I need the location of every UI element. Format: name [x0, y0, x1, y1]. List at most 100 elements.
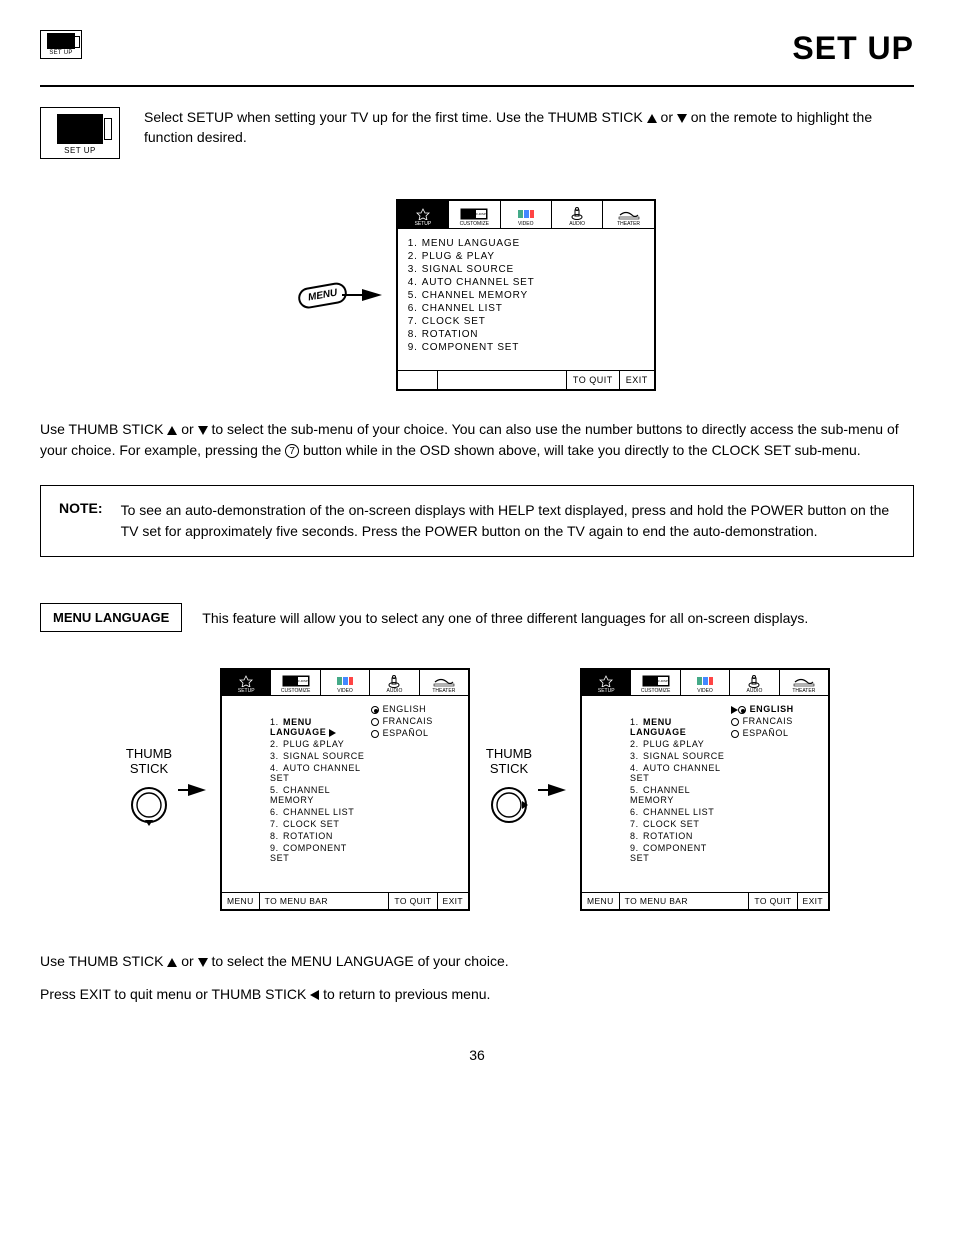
osd-tab-setup: SETUP [398, 201, 449, 228]
feature-desc: This feature will allow you to select an… [202, 610, 808, 626]
osd-list: 1.MENU LANGUAGE2.PLUG &PLAY3.SIGNAL SOUR… [590, 716, 725, 864]
osd-tab-setup: SETUP [222, 670, 271, 695]
paragraph-1: Use THUMB STICK or to select the sub-men… [40, 419, 914, 461]
osd-tab-customize: F-DISPCUSTOMIZE [631, 670, 680, 695]
footer-exit: EXIT [798, 893, 829, 909]
osd-item: 6.CHANNEL LIST [270, 806, 365, 818]
osd-tab-video: VIDEO [681, 670, 730, 695]
osd-tab-audio: AUDIO [370, 670, 419, 695]
osd-item: 1.MENU LANGUAGE [630, 716, 725, 738]
triangle-up-icon [647, 114, 657, 123]
thumbstick-icon [124, 782, 174, 832]
lang-option: FRANCAIS [731, 715, 828, 727]
radio-icon [371, 718, 379, 726]
osd-footer-spacer [438, 371, 567, 389]
setup-small-icon: SET UP [40, 30, 82, 59]
p1-d: button while in the OSD shown above, wil… [303, 442, 861, 458]
osd-item: 2.PLUG &PLAY [630, 738, 725, 750]
note-label: NOTE: [59, 500, 103, 542]
arrow-right-icon [731, 706, 738, 714]
c1-c: to select the MENU LANGUAGE of your choi… [211, 953, 508, 969]
osd-list: 1.MENU LANGUAGE 2.PLUG &PLAY3.SIGNAL SOU… [230, 716, 365, 864]
radio-icon [738, 706, 746, 714]
osd-footer-exit: EXIT [620, 371, 654, 389]
thumb-label: THUMBSTICK [126, 747, 172, 776]
osd-tab-audio: AUDIO [730, 670, 779, 695]
osd-item: 4.AUTO CHANNEL SET [408, 276, 644, 289]
lang-option: ESPAÑOL [371, 727, 468, 739]
osd-item: 9.COMPONENT SET [408, 341, 644, 354]
main-osd: SETUPF-DISPCUSTOMIZEVIDEOAUDIOTHEATER 1.… [396, 199, 656, 391]
language-options: ENGLISHFRANCAISESPAÑOL [371, 702, 468, 878]
osd-tabs: SETUPF-DISPCUSTOMIZEVIDEOAUDIOTHEATER [582, 670, 828, 696]
osd-item: 2.PLUG & PLAY [408, 250, 644, 263]
osd-tab-theater: THEATER [780, 670, 828, 695]
closing-1: Use THUMB STICK or to select the MENU LA… [40, 949, 914, 974]
osd-item: 7.CLOCK SET [270, 818, 365, 830]
radio-icon [371, 730, 379, 738]
arrow-right-icon [548, 784, 566, 796]
osd-item: 7.CLOCK SET [408, 315, 644, 328]
osd-body: 1.MENU LANGUAGE2.PLUG & PLAY3.SIGNAL SOU… [398, 229, 654, 370]
triangle-down-icon [198, 958, 208, 967]
osd-footer-quit: TO QUIT [567, 371, 620, 389]
osd-item: 1.MENU LANGUAGE [270, 716, 365, 738]
osd-tab-customize: F-DISPCUSTOMIZE [271, 670, 320, 695]
osd-footer: MENU TO MENU BAR TO QUIT EXIT [582, 892, 828, 909]
osd-footer: MENU TO MENU BAR TO QUIT EXIT [222, 892, 468, 909]
header: SET UP SET UP [40, 30, 914, 67]
osd-tab-customize: F-DISPCUSTOMIZE [449, 201, 500, 228]
c2-b: to return to previous menu. [323, 986, 490, 1002]
triangle-left-icon [310, 990, 319, 1000]
osd-footer: TO QUIT EXIT [398, 370, 654, 389]
osd-footer-blank [398, 371, 438, 389]
osd-item: 6.CHANNEL LIST [630, 806, 725, 818]
intro-b: or [661, 109, 677, 125]
lang-option: ENGLISH [371, 703, 468, 715]
footer-exit: EXIT [438, 893, 469, 909]
p1-b: or [181, 421, 197, 437]
osd-tab-theater: THEATER [420, 670, 468, 695]
triangle-down-icon [198, 426, 208, 435]
lang-option: FRANCAIS [371, 715, 468, 727]
thumbstick-icon [484, 782, 534, 832]
closing-2: Press EXIT to quit menu or THUMB STICK t… [40, 982, 914, 1007]
osd-item: 3.SIGNAL SOURCE [408, 263, 644, 276]
osd-item: 3.SIGNAL SOURCE [270, 750, 365, 762]
osd-item: 9.COMPONENT SET [630, 842, 725, 864]
thumb-label: THUMBSTICK [486, 747, 532, 776]
setup-big-label: SET UP [47, 146, 113, 155]
osd-tab-theater: THEATER [603, 201, 653, 228]
feature-box: MENU LANGUAGE [40, 603, 182, 632]
language-options: ENGLISHFRANCAISESPAÑOL [731, 702, 828, 878]
intro-text: Select SETUP when setting your TV up for… [144, 107, 914, 148]
osd-list: 1.MENU LANGUAGE2.PLUG & PLAY3.SIGNAL SOU… [408, 237, 644, 354]
triangle-down-icon [677, 114, 687, 123]
osd-tab-video: VIDEO [501, 201, 552, 228]
osd-tab-audio: AUDIO [552, 201, 603, 228]
setup-small-label: SET UP [43, 50, 79, 56]
svg-text:F-DISP: F-DISP [658, 679, 668, 683]
c1-b: or [181, 953, 197, 969]
footer-menu: MENU [582, 893, 620, 909]
osd-item: 9.COMPONENT SET [270, 842, 365, 864]
osd-item: 8.ROTATION [270, 830, 365, 842]
osd-lang-right: SETUPF-DISPCUSTOMIZEVIDEOAUDIOTHEATER 1.… [580, 668, 830, 911]
circled-7-icon: 7 [285, 444, 299, 458]
radio-icon [731, 730, 739, 738]
radio-icon [371, 706, 379, 714]
page-number: 36 [40, 1047, 914, 1063]
page-title: SET UP [792, 30, 914, 67]
osd-item: 2.PLUG &PLAY [270, 738, 365, 750]
radio-icon [731, 718, 739, 726]
title-rule [40, 85, 914, 87]
thumb-block-right: THUMBSTICK [484, 747, 534, 832]
osd-tabs: SETUPF-DISPCUSTOMIZEVIDEOAUDIOTHEATER [398, 201, 654, 229]
c1-a: Use THUMB STICK [40, 953, 167, 969]
osd-item: 1.MENU LANGUAGE [408, 237, 644, 250]
svg-text:F-DISP: F-DISP [298, 679, 308, 683]
osd-item: 8.ROTATION [630, 830, 725, 842]
main-osd-row: MENU SETUPF-DISPCUSTOMIZEVIDEOAUDIOTHEAT… [40, 199, 914, 391]
osd-lang-left: SETUPF-DISPCUSTOMIZEVIDEOAUDIOTHEATER 1.… [220, 668, 470, 911]
osd-item: 5.CHANNEL MEMORY [408, 289, 644, 302]
